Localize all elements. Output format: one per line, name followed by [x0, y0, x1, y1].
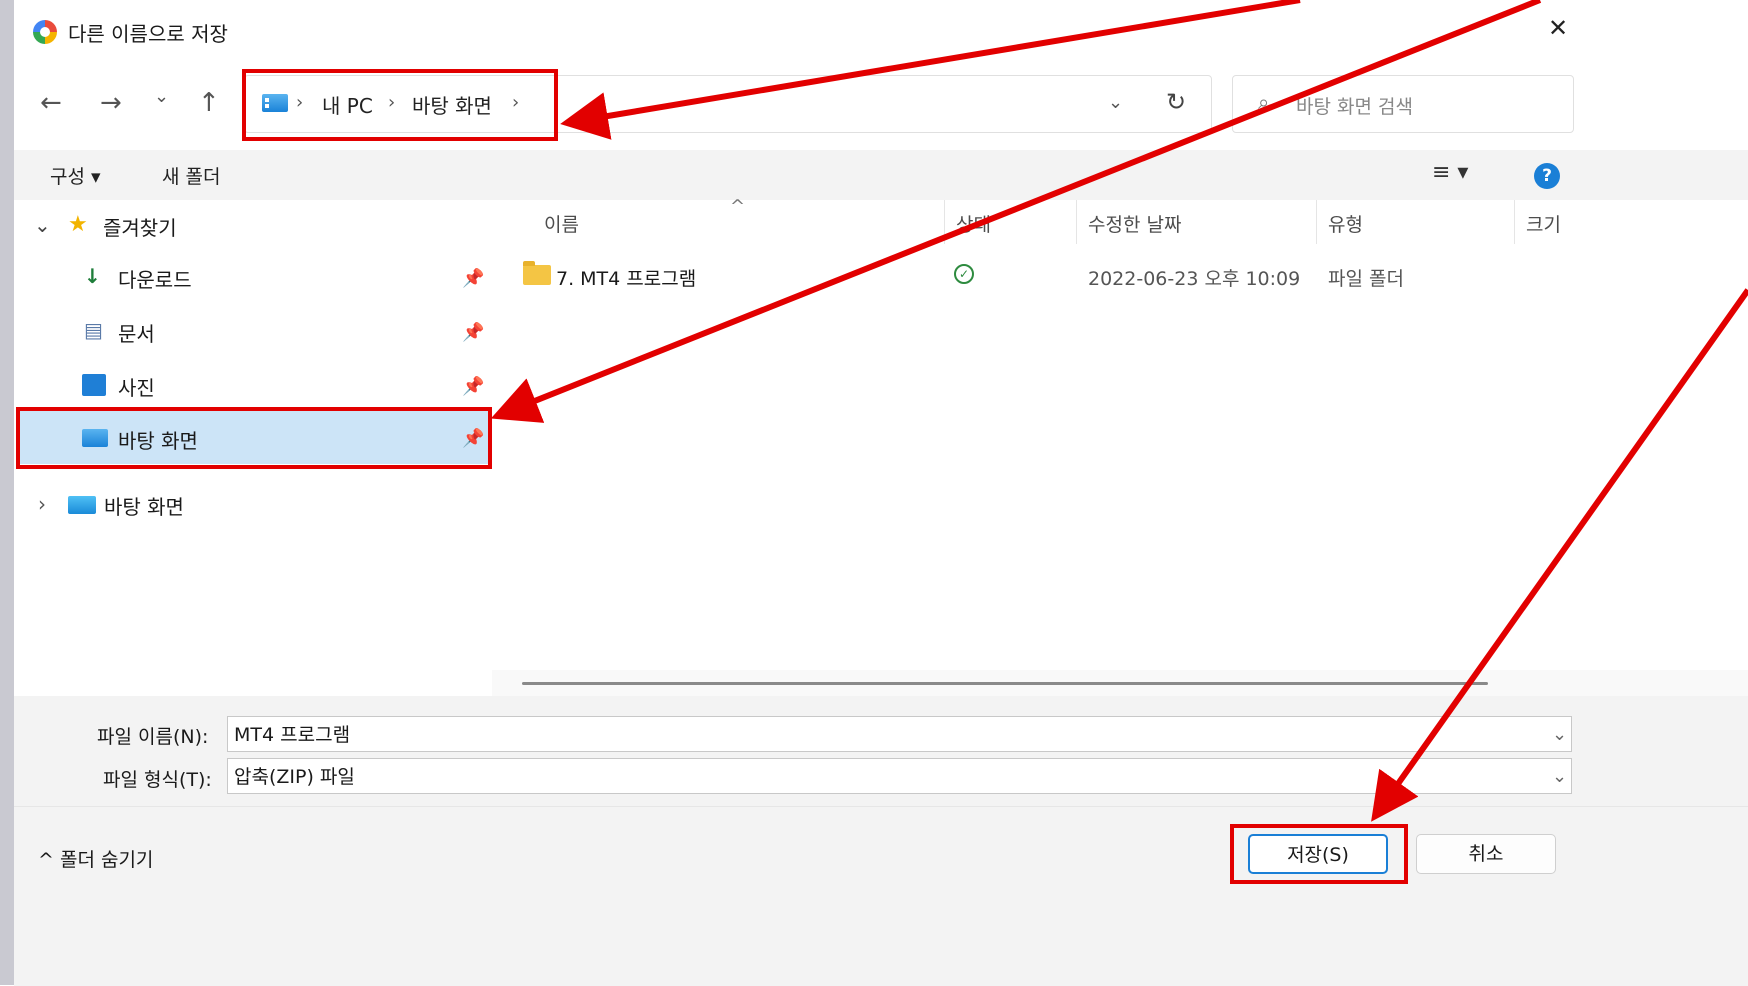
annotation-arrows — [490, 0, 1748, 822]
annotation-arrow-to-breadcrumb — [560, 0, 1301, 140]
annotation-arrow-to-save — [1371, 288, 1748, 822]
annotation-arrow-to-desktop — [490, 0, 1542, 423]
